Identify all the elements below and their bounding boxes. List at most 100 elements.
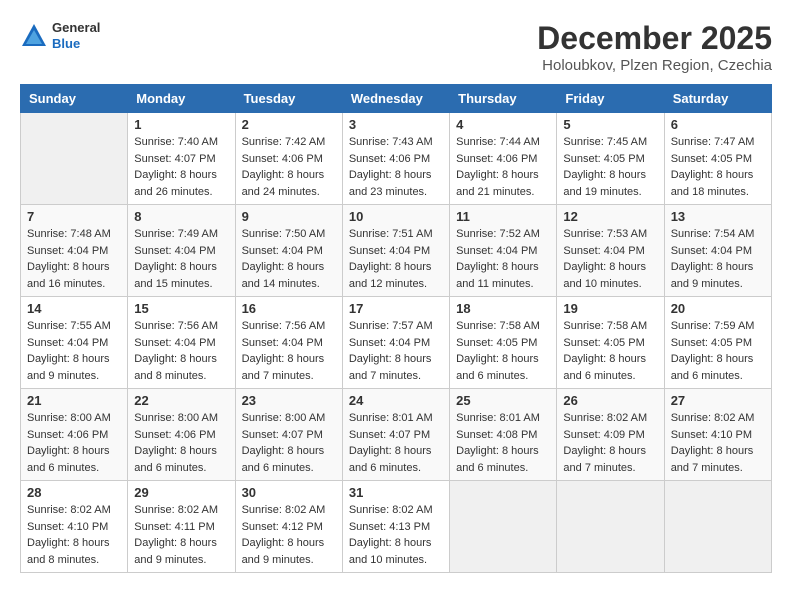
calendar-cell: 14 Sunrise: 7:55 AMSunset: 4:04 PMDayligh… bbox=[21, 297, 128, 389]
calendar-cell: 8 Sunrise: 7:49 AMSunset: 4:04 PMDaylight… bbox=[128, 205, 235, 297]
day-info: Sunrise: 7:51 AMSunset: 4:04 PMDaylight:… bbox=[349, 226, 443, 292]
day-info: Sunrise: 7:49 AMSunset: 4:04 PMDaylight:… bbox=[134, 226, 228, 292]
day-info: Sunrise: 7:48 AMSunset: 4:04 PMDaylight:… bbox=[27, 226, 121, 292]
calendar-cell: 5 Sunrise: 7:45 AMSunset: 4:05 PMDaylight… bbox=[557, 113, 664, 205]
header-day-monday: Monday bbox=[128, 85, 235, 113]
week-row-3: 14 Sunrise: 7:55 AMSunset: 4:04 PMDayligh… bbox=[21, 297, 772, 389]
calendar-cell: 28 Sunrise: 8:02 AMSunset: 4:10 PMDayligh… bbox=[21, 481, 128, 573]
week-row-2: 7 Sunrise: 7:48 AMSunset: 4:04 PMDaylight… bbox=[21, 205, 772, 297]
week-row-1: 1 Sunrise: 7:40 AMSunset: 4:07 PMDaylight… bbox=[21, 113, 772, 205]
month-title: December 2025 bbox=[537, 20, 772, 57]
header-day-thursday: Thursday bbox=[450, 85, 557, 113]
day-number: 6 bbox=[671, 117, 765, 132]
day-info: Sunrise: 7:56 AMSunset: 4:04 PMDaylight:… bbox=[134, 318, 228, 384]
day-info: Sunrise: 8:02 AMSunset: 4:11 PMDaylight:… bbox=[134, 502, 228, 568]
day-info: Sunrise: 7:58 AMSunset: 4:05 PMDaylight:… bbox=[456, 318, 550, 384]
day-number: 17 bbox=[349, 301, 443, 316]
day-info: Sunrise: 8:02 AMSunset: 4:13 PMDaylight:… bbox=[349, 502, 443, 568]
day-info: Sunrise: 8:02 AMSunset: 4:10 PMDaylight:… bbox=[27, 502, 121, 568]
day-number: 12 bbox=[563, 209, 657, 224]
day-info: Sunrise: 8:02 AMSunset: 4:12 PMDaylight:… bbox=[242, 502, 336, 568]
day-info: Sunrise: 7:53 AMSunset: 4:04 PMDaylight:… bbox=[563, 226, 657, 292]
day-info: Sunrise: 7:54 AMSunset: 4:04 PMDaylight:… bbox=[671, 226, 765, 292]
calendar-cell bbox=[557, 481, 664, 573]
day-info: Sunrise: 8:00 AMSunset: 4:06 PMDaylight:… bbox=[134, 410, 228, 476]
day-number: 8 bbox=[134, 209, 228, 224]
calendar-cell bbox=[664, 481, 771, 573]
calendar-cell: 31 Sunrise: 8:02 AMSunset: 4:13 PMDayligh… bbox=[342, 481, 449, 573]
logo-icon bbox=[20, 22, 48, 50]
day-number: 26 bbox=[563, 393, 657, 408]
calendar-cell: 6 Sunrise: 7:47 AMSunset: 4:05 PMDaylight… bbox=[664, 113, 771, 205]
day-number: 18 bbox=[456, 301, 550, 316]
calendar-table: SundayMondayTuesdayWednesdayThursdayFrid… bbox=[20, 84, 772, 573]
calendar-cell: 4Sunrise: 7:44 AMSunset: 4:06 PMDaylight… bbox=[450, 113, 557, 205]
calendar-cell: 25 Sunrise: 8:01 AMSunset: 4:08 PMDayligh… bbox=[450, 389, 557, 481]
day-number: 7 bbox=[27, 209, 121, 224]
calendar-cell: 15 Sunrise: 7:56 AMSunset: 4:04 PMDayligh… bbox=[128, 297, 235, 389]
calendar-cell: 2Sunrise: 7:42 AMSunset: 4:06 PMDaylight… bbox=[235, 113, 342, 205]
day-number: 24 bbox=[349, 393, 443, 408]
day-info: Sunrise: 7:47 AMSunset: 4:05 PMDaylight:… bbox=[671, 134, 765, 200]
calendar-cell: 27Sunrise: 8:02 AMSunset: 4:10 PMDayligh… bbox=[664, 389, 771, 481]
day-info: Sunrise: 7:55 AMSunset: 4:04 PMDaylight:… bbox=[27, 318, 121, 384]
day-info: Sunrise: 8:01 AMSunset: 4:08 PMDaylight:… bbox=[456, 410, 550, 476]
day-number: 23 bbox=[242, 393, 336, 408]
calendar-header: SundayMondayTuesdayWednesdayThursdayFrid… bbox=[21, 85, 772, 113]
day-info: Sunrise: 7:58 AMSunset: 4:05 PMDaylight:… bbox=[563, 318, 657, 384]
day-number: 25 bbox=[456, 393, 550, 408]
location: Holoubkov, Plzen Region, Czechia bbox=[537, 57, 772, 74]
calendar-cell: 24 Sunrise: 8:01 AMSunset: 4:07 PMDayligh… bbox=[342, 389, 449, 481]
logo: General Blue bbox=[20, 20, 100, 51]
calendar-cell: 17 Sunrise: 7:57 AMSunset: 4:04 PMDayligh… bbox=[342, 297, 449, 389]
calendar-cell: 26Sunrise: 8:02 AMSunset: 4:09 PMDayligh… bbox=[557, 389, 664, 481]
logo-blue: Blue bbox=[52, 36, 100, 52]
day-number: 9 bbox=[242, 209, 336, 224]
day-number: 14 bbox=[27, 301, 121, 316]
week-row-4: 21 Sunrise: 8:00 AMSunset: 4:06 PMDayligh… bbox=[21, 389, 772, 481]
calendar-cell: 16 Sunrise: 7:56 AMSunset: 4:04 PMDayligh… bbox=[235, 297, 342, 389]
day-info: Sunrise: 7:40 AMSunset: 4:07 PMDaylight:… bbox=[134, 134, 228, 200]
calendar-cell: 20 Sunrise: 7:59 AMSunset: 4:05 PMDayligh… bbox=[664, 297, 771, 389]
logo-general: General bbox=[52, 20, 100, 36]
day-number: 5 bbox=[563, 117, 657, 132]
calendar-body: 1 Sunrise: 7:40 AMSunset: 4:07 PMDaylight… bbox=[21, 113, 772, 573]
day-info: Sunrise: 7:56 AMSunset: 4:04 PMDaylight:… bbox=[242, 318, 336, 384]
day-number: 10 bbox=[349, 209, 443, 224]
day-info: Sunrise: 7:59 AMSunset: 4:05 PMDaylight:… bbox=[671, 318, 765, 384]
day-number: 28 bbox=[27, 485, 121, 500]
day-info: Sunrise: 8:02 AMSunset: 4:10 PMDaylight:… bbox=[671, 410, 765, 476]
day-info: Sunrise: 7:52 AMSunset: 4:04 PMDaylight:… bbox=[456, 226, 550, 292]
day-number: 21 bbox=[27, 393, 121, 408]
day-info: Sunrise: 7:50 AMSunset: 4:04 PMDaylight:… bbox=[242, 226, 336, 292]
day-number: 31 bbox=[349, 485, 443, 500]
calendar-cell: 1 Sunrise: 7:40 AMSunset: 4:07 PMDaylight… bbox=[128, 113, 235, 205]
calendar-cell bbox=[21, 113, 128, 205]
calendar-cell: 11Sunrise: 7:52 AMSunset: 4:04 PMDayligh… bbox=[450, 205, 557, 297]
day-info: Sunrise: 7:57 AMSunset: 4:04 PMDaylight:… bbox=[349, 318, 443, 384]
day-number: 29 bbox=[134, 485, 228, 500]
day-info: Sunrise: 7:43 AMSunset: 4:06 PMDaylight:… bbox=[349, 134, 443, 200]
day-number: 1 bbox=[134, 117, 228, 132]
calendar-cell: 21Sunrise: 8:00 AMSunset: 4:06 PMDayligh… bbox=[21, 389, 128, 481]
header-day-saturday: Saturday bbox=[664, 85, 771, 113]
calendar-cell: 22 Sunrise: 8:00 AMSunset: 4:06 PMDayligh… bbox=[128, 389, 235, 481]
day-number: 15 bbox=[134, 301, 228, 316]
title-block: December 2025 Holoubkov, Plzen Region, C… bbox=[537, 20, 772, 74]
calendar-cell: 7 Sunrise: 7:48 AMSunset: 4:04 PMDaylight… bbox=[21, 205, 128, 297]
day-number: 20 bbox=[671, 301, 765, 316]
day-number: 16 bbox=[242, 301, 336, 316]
day-info: Sunrise: 8:00 AMSunset: 4:07 PMDaylight:… bbox=[242, 410, 336, 476]
calendar-cell: 3 Sunrise: 7:43 AMSunset: 4:06 PMDaylight… bbox=[342, 113, 449, 205]
header-day-tuesday: Tuesday bbox=[235, 85, 342, 113]
day-number: 22 bbox=[134, 393, 228, 408]
day-info: Sunrise: 7:45 AMSunset: 4:05 PMDaylight:… bbox=[563, 134, 657, 200]
calendar-cell: 19Sunrise: 7:58 AMSunset: 4:05 PMDayligh… bbox=[557, 297, 664, 389]
day-number: 3 bbox=[349, 117, 443, 132]
calendar-cell: 23 Sunrise: 8:00 AMSunset: 4:07 PMDayligh… bbox=[235, 389, 342, 481]
header-day-friday: Friday bbox=[557, 85, 664, 113]
calendar-cell: 12 Sunrise: 7:53 AMSunset: 4:04 PMDayligh… bbox=[557, 205, 664, 297]
day-info: Sunrise: 7:42 AMSunset: 4:06 PMDaylight:… bbox=[242, 134, 336, 200]
week-row-5: 28 Sunrise: 8:02 AMSunset: 4:10 PMDayligh… bbox=[21, 481, 772, 573]
day-info: Sunrise: 8:01 AMSunset: 4:07 PMDaylight:… bbox=[349, 410, 443, 476]
